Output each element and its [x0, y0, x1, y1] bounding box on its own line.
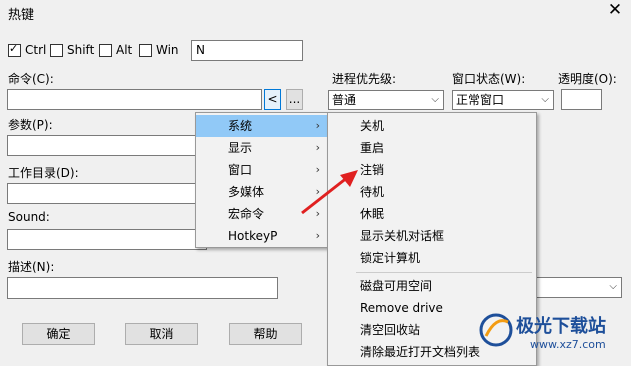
priority-label: 进程优先级:	[332, 72, 397, 86]
insert-command-button[interactable]: <	[264, 89, 281, 110]
window-title: 热键	[8, 8, 35, 23]
close-button[interactable]: ✕	[605, 0, 625, 20]
chevron-down-icon: ⌵	[541, 94, 549, 105]
win-label: Win	[156, 43, 179, 57]
browse-button[interactable]: ...	[286, 89, 303, 110]
submenu-item-label: 磁盘可用空间	[360, 279, 433, 293]
workdir-input[interactable]	[7, 183, 207, 204]
submenu-item-restart[interactable]: 重启	[328, 137, 536, 159]
submenu-item-label: 显示关机对话框	[360, 229, 445, 243]
submenu-arrow-icon: ›	[315, 229, 320, 242]
shift-checkbox[interactable]: Shift	[50, 43, 94, 57]
priority-value: 普通	[332, 93, 357, 107]
transparency-label: 透明度(O):	[558, 72, 617, 86]
menu-item-label: 宏命令	[228, 207, 265, 221]
alt-checkbox[interactable]: Alt	[99, 43, 132, 57]
submenu-item-disk-free[interactable]: 磁盘可用空间	[328, 275, 536, 297]
submenu-item-label: 重启	[360, 141, 385, 155]
command-input[interactable]	[7, 89, 262, 110]
submenu-item-label: 清除最近打开文档列表	[360, 345, 481, 359]
ok-button[interactable]: 确定	[22, 323, 95, 345]
watermark-logo-icon	[479, 313, 513, 347]
ctrl-label: Ctrl	[25, 43, 47, 57]
menu-item-label: HotkeyP	[228, 229, 278, 243]
checkbox-box[interactable]	[8, 42, 21, 57]
window-state-value: 正常窗口	[456, 93, 505, 107]
submenu-item-label: 清空回收站	[360, 323, 421, 337]
chevron-down-icon: ⌵	[431, 94, 439, 105]
watermark-url: www.xz7.com	[530, 338, 606, 351]
win-checkbox[interactable]: Win	[139, 43, 179, 57]
annotation-arrow-icon	[301, 170, 358, 215]
chevron-down-icon: ⌵	[609, 281, 617, 292]
workdir-label: 工作目录(D):	[8, 166, 79, 180]
menu-item-system[interactable]: 系统 ›	[196, 115, 328, 137]
menu-item-hotkeyp[interactable]: HotkeyP ›	[196, 225, 328, 247]
menu-item-label: 窗口	[228, 163, 253, 177]
menu-item-label: 多媒体	[228, 185, 265, 199]
watermark: 极光下载站 www.xz7.com	[478, 306, 628, 361]
params-label: 参数(P):	[8, 118, 53, 132]
checkbox-box[interactable]	[50, 43, 63, 57]
alt-label: Alt	[116, 43, 133, 57]
sound-label: Sound:	[8, 210, 50, 224]
checkbox-box[interactable]	[99, 43, 112, 57]
menu-item-display[interactable]: 显示 ›	[196, 137, 328, 159]
submenu-item-label: 关机	[360, 119, 385, 133]
desc-label: 描述(N):	[8, 260, 55, 274]
checkbox-box[interactable]	[139, 43, 152, 57]
submenu-arrow-icon: ›	[315, 141, 320, 154]
transparency-input[interactable]	[561, 89, 602, 110]
command-label: 命令(C):	[8, 72, 54, 86]
shift-label: Shift	[67, 43, 95, 57]
menu-item-label: 显示	[228, 141, 253, 155]
submenu-item-label: 锁定计算机	[360, 251, 421, 265]
extra-select[interactable]: ⌵	[530, 277, 622, 298]
submenu-item-label: Remove drive	[360, 301, 443, 315]
watermark-brand: 极光下载站	[516, 316, 606, 337]
menu-separator	[356, 272, 532, 273]
priority-select[interactable]: 普通 ⌵	[328, 90, 444, 110]
window-state-label: 窗口状态(W):	[452, 72, 526, 86]
submenu-item-shutdown[interactable]: 关机	[328, 115, 536, 137]
cancel-button[interactable]: 取消	[125, 323, 198, 345]
desc-input[interactable]	[7, 277, 278, 299]
sound-input[interactable]	[7, 229, 207, 250]
params-input[interactable]	[7, 135, 207, 156]
key-input[interactable]: N	[191, 40, 303, 61]
window-state-select[interactable]: 正常窗口 ⌵	[452, 90, 554, 110]
ctrl-checkbox[interactable]: Ctrl	[8, 42, 47, 57]
submenu-arrow-icon: ›	[315, 119, 320, 132]
menu-item-label: 系统	[228, 119, 253, 133]
submenu-item-shutdown-dialog[interactable]: 显示关机对话框	[328, 225, 536, 247]
submenu-item-lock[interactable]: 锁定计算机	[328, 247, 536, 269]
help-button[interactable]: 帮助	[229, 323, 302, 345]
